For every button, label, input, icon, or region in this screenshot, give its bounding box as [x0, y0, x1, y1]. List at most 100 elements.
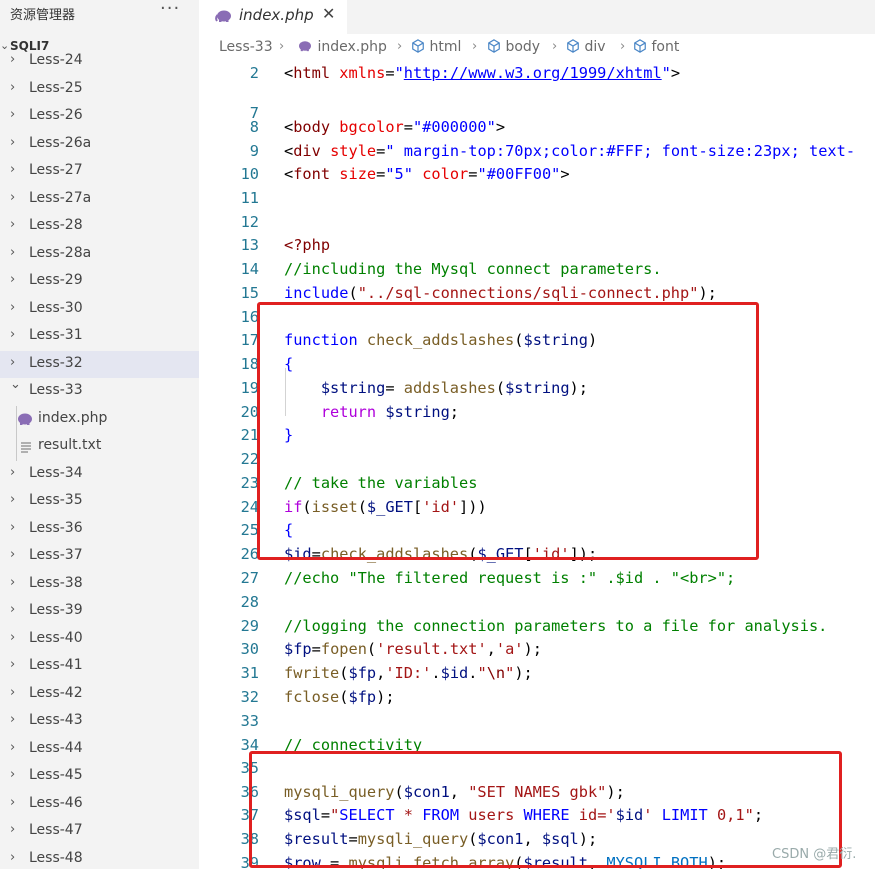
tree-file-item[interactable]: index.php [0, 406, 199, 433]
breadcrumb: Less-33 › index.php › html › body › div … [199, 36, 875, 60]
tree-folder-item[interactable]: › Less-42 [0, 681, 199, 708]
line-number: 17 [240, 331, 259, 349]
code-token: div [293, 142, 321, 160]
code-text: <body bgcolor="#000000"> [284, 118, 505, 136]
chevron-right-icon: › [10, 492, 16, 507]
breadcrumb-item[interactable]: font [633, 39, 679, 55]
code-line: 13 <?php [199, 236, 875, 260]
tree-folder-item[interactable]: › Less-28a [0, 241, 199, 268]
tree-item-label: Less-26a [29, 134, 92, 151]
tree-folder-item[interactable]: › Less-31 [0, 323, 199, 350]
tree-item-label: Less-34 [29, 464, 83, 481]
code-token: "#00FF00" [477, 165, 561, 183]
line-number: 12 [240, 213, 259, 231]
tree-folder-item[interactable]: › Less-43 [0, 708, 199, 735]
chevron-right-icon: › [10, 217, 16, 232]
code-token: size [339, 165, 377, 183]
editor-area: index.php ✕ Less-33 › index.php › html ›… [199, 0, 875, 869]
code-text: <?php [284, 236, 330, 254]
code-token: 'ID:' [385, 664, 432, 682]
code-line: 10 <font size="5" color="#00FF00"> [199, 165, 875, 189]
tree-folder-item[interactable]: › Less-35 [0, 488, 199, 515]
chevron-right-icon: › [10, 354, 16, 370]
line-number: 20 [240, 403, 259, 421]
code-token: //including the Mysql connect parameters… [284, 260, 662, 278]
tree-item-label: Less-48 [29, 849, 83, 866]
chevron-right-icon: › [397, 39, 403, 54]
chevron-right-icon: › [10, 464, 16, 480]
tree-file-item[interactable]: result.txt [0, 433, 199, 460]
breadcrumb-item[interactable]: Less-33 [219, 39, 273, 55]
tree-folder-item[interactable]: › Less-32 [0, 350, 199, 378]
code-token: xmlns [339, 64, 386, 82]
tree-folder-item[interactable]: › Less-40 [0, 626, 199, 653]
chevron-right-icon: › [10, 629, 16, 645]
code-text: <div style=" margin-top:70px;color:#FFF;… [284, 142, 855, 160]
tree-folder-item[interactable]: › Less-27a [0, 186, 199, 213]
close-icon[interactable]: ✕ [322, 4, 335, 23]
chevron-right-icon: › [10, 574, 16, 590]
code-token: $fp [284, 640, 312, 658]
breadcrumb-item[interactable]: div [566, 39, 606, 55]
tree-folder-item[interactable]: › Less-48 [0, 846, 199, 869]
code-token: > [495, 118, 506, 136]
tree-item-label: Less-41 [29, 657, 83, 673]
code-token: $id [440, 664, 469, 682]
tree-folder-item[interactable]: › Less-26a [0, 131, 199, 158]
tree-item-label: Less-47 [29, 822, 83, 838]
chevron-right-icon: › [10, 849, 16, 865]
tree-folder-item[interactable]: › Less-30 [0, 296, 199, 323]
tree-folder-item[interactable]: ⌄ Less-33 [0, 377, 199, 405]
code-line: 12 [199, 213, 875, 237]
code-token: " [394, 64, 404, 82]
tree-folder-item[interactable]: › Less-45 [0, 763, 199, 790]
tree-folder-item[interactable]: › Less-27 [0, 158, 199, 185]
tree-item-label: Less-32 [29, 354, 83, 371]
code-token: < [284, 118, 294, 136]
code-text: include("../sql-connections/sqli-connect… [284, 284, 717, 302]
tree-folder-item[interactable]: › Less-41 [0, 653, 199, 680]
chevron-right-icon: › [10, 107, 16, 122]
chevron-right-icon: › [10, 327, 16, 342]
tab-index-php[interactable]: index.php ✕ [199, 0, 347, 34]
tree-folder-item[interactable]: › Less-39 [0, 598, 199, 625]
explorer-header: 资源管理器 ··· [0, 0, 199, 26]
cube-icon [488, 39, 500, 53]
code-token: , [376, 664, 386, 682]
code-token: fclose [284, 688, 340, 706]
tree-folder-item[interactable]: › Less-26 [0, 103, 199, 130]
tree-folder-item[interactable]: › Less-47 [0, 818, 199, 845]
tree-folder-item[interactable]: › Less-38 [0, 571, 199, 598]
tree-item-label: Less-37 [29, 547, 83, 563]
code-token: , [486, 640, 496, 658]
tree-folder-item[interactable]: › Less-36 [0, 516, 199, 543]
chevron-right-icon: › [472, 39, 478, 54]
tree-folder-item[interactable]: › Less-28 [0, 213, 199, 240]
line-number: 29 [240, 617, 259, 635]
tree-folder-item[interactable]: › Less-29 [0, 268, 199, 295]
code-token: = [376, 142, 386, 160]
code-token: "5" [385, 165, 413, 183]
tree-folder-item[interactable]: › Less-24 [0, 48, 199, 75]
code-token: style [330, 142, 377, 160]
tree-folder-item[interactable]: › Less-46 [0, 791, 199, 818]
code-text: //logging the connection parameters to a… [284, 617, 827, 635]
code-token: "../sql-connections/sqli-connect.php" [357, 284, 699, 302]
more-actions-icon[interactable]: ··· [160, 0, 180, 19]
breadcrumb-item[interactable]: index.php [297, 39, 387, 55]
chevron-right-icon: › [10, 822, 16, 837]
tree-folder-item[interactable]: › Less-34 [0, 461, 199, 488]
tree-item-label: Less-27 [29, 162, 83, 178]
tree-folder-item[interactable]: › Less-37 [0, 543, 199, 570]
breadcrumb-item[interactable]: body [487, 39, 540, 55]
code-token: . [431, 664, 441, 682]
indent-guide [16, 405, 17, 461]
tree-folder-item[interactable]: › Less-25 [0, 76, 199, 103]
line-number: 25 [240, 521, 259, 539]
code-token: < [284, 165, 294, 183]
tree-item-label: Less-25 [29, 79, 83, 96]
tree-folder-item[interactable]: › Less-44 [0, 736, 199, 763]
breadcrumb-item[interactable]: html [411, 39, 461, 55]
